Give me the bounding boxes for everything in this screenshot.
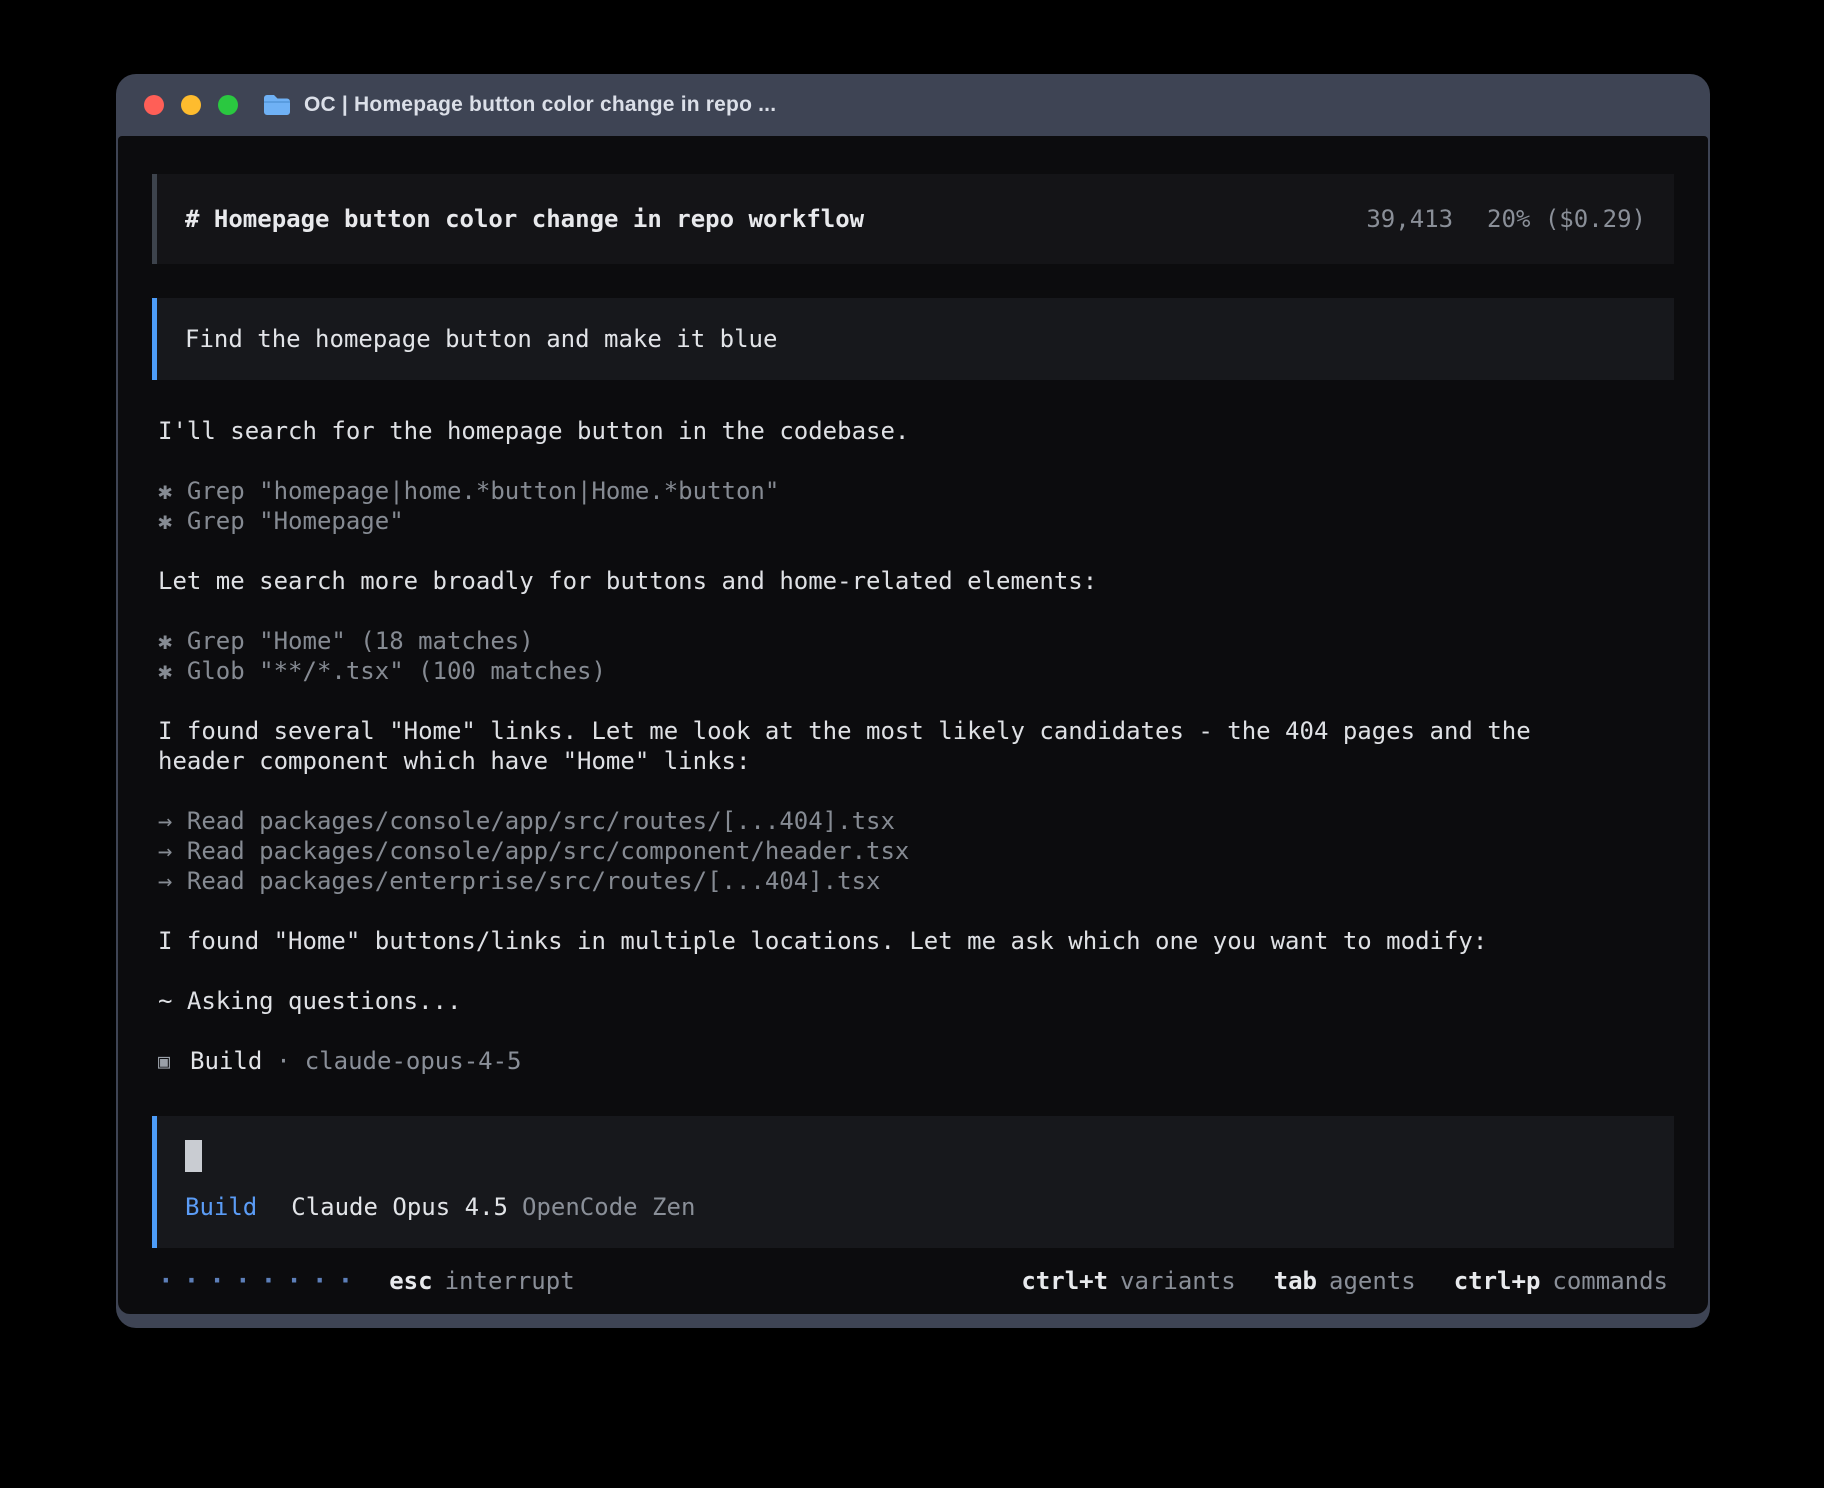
close-button[interactable] (144, 95, 164, 115)
spinner-dots: ········ (158, 1266, 363, 1296)
assistant-text: I found "Home" buttons/links in multiple… (158, 926, 1674, 956)
zoom-button[interactable] (218, 95, 238, 115)
shortcut-label: variants (1120, 1266, 1236, 1296)
user-message: Find the homepage button and make it blu… (152, 298, 1674, 380)
folder-icon (262, 93, 292, 117)
status-bar: ········ esc interrupt ctrl+t variants t… (152, 1266, 1674, 1296)
provider-label: OpenCode Zen (522, 1192, 695, 1222)
input-meta: Build Claude Opus 4.5 OpenCode Zen (185, 1192, 1646, 1222)
terminal-content: # Homepage button color change in repo w… (118, 136, 1708, 1314)
user-message-text: Find the homepage button and make it blu… (185, 325, 777, 353)
prompt-input[interactable]: Build Claude Opus 4.5 OpenCode Zen (152, 1116, 1674, 1248)
shortcut-label: agents (1329, 1266, 1416, 1296)
esc-label: interrupt (445, 1266, 575, 1296)
terminal-window: OC | Homepage button color change in rep… (116, 74, 1710, 1328)
tool-call-read: → Read packages/console/app/src/routes/[… (158, 806, 1674, 836)
context-usage: 20% ($0.29) (1487, 204, 1646, 234)
shortcut-key: ctrl+t (1021, 1266, 1108, 1296)
tool-call-read: → Read packages/enterprise/src/routes/[.… (158, 866, 1674, 896)
assistant-text: Let me search more broadly for buttons a… (158, 566, 1674, 596)
shortcut-label: commands (1552, 1266, 1668, 1296)
shortcut-commands: ctrl+p commands (1454, 1266, 1668, 1296)
assistant-transcript: I'll search for the homepage button in t… (152, 416, 1674, 1016)
tool-call-grep: ✱ Grep "Homepage" (158, 506, 1674, 536)
token-count: 39,413 (1366, 204, 1453, 234)
agent-model: claude-opus-4-5 (305, 1046, 522, 1076)
window-title: OC | Homepage button color change in rep… (304, 93, 776, 117)
session-header: # Homepage button color change in repo w… (152, 174, 1674, 264)
shortcut-key: tab (1274, 1266, 1317, 1296)
mode-label[interactable]: Build (185, 1192, 257, 1222)
assistant-text: I found several "Home" links. Let me loo… (158, 716, 1674, 746)
window-titlebar[interactable]: OC | Homepage button color change in rep… (116, 74, 1710, 136)
model-label: Claude Opus 4.5 (291, 1192, 508, 1222)
assistant-status-text: ~ Asking questions... (158, 986, 1674, 1016)
esc-key: esc (389, 1266, 432, 1296)
status-right: ctrl+t variants tab agents ctrl+p comman… (1021, 1266, 1668, 1296)
tool-call-read: → Read packages/console/app/src/componen… (158, 836, 1674, 866)
agent-separator: · (276, 1046, 290, 1076)
status-left: ········ esc interrupt (158, 1266, 575, 1296)
tool-call-grep: ✱ Grep "homepage|home.*button|Home.*butt… (158, 476, 1674, 506)
tool-call-grep: ✱ Grep "Home" (18 matches) (158, 626, 1674, 656)
agent-status-line: ▣ Build · claude-opus-4-5 (152, 1046, 1674, 1076)
desktop-background: OC | Homepage button color change in rep… (0, 0, 1824, 1488)
shortcut-key: ctrl+p (1454, 1266, 1541, 1296)
session-meta: 39,413 20% ($0.29) (1366, 204, 1646, 234)
shortcut-variants: ctrl+t variants (1021, 1266, 1235, 1296)
traffic-lights (144, 95, 238, 115)
session-title: # Homepage button color change in repo w… (185, 204, 864, 234)
tool-call-glob: ✱ Glob "**/*.tsx" (100 matches) (158, 656, 1674, 686)
assistant-text: header component which have "Home" links… (158, 746, 1674, 776)
minimize-button[interactable] (181, 95, 201, 115)
shortcut-agents: tab agents (1274, 1266, 1416, 1296)
agent-name: Build (190, 1046, 262, 1076)
assistant-text: I'll search for the homepage button in t… (158, 416, 1674, 446)
agent-icon: ▣ (158, 1046, 170, 1076)
text-cursor (185, 1140, 202, 1172)
